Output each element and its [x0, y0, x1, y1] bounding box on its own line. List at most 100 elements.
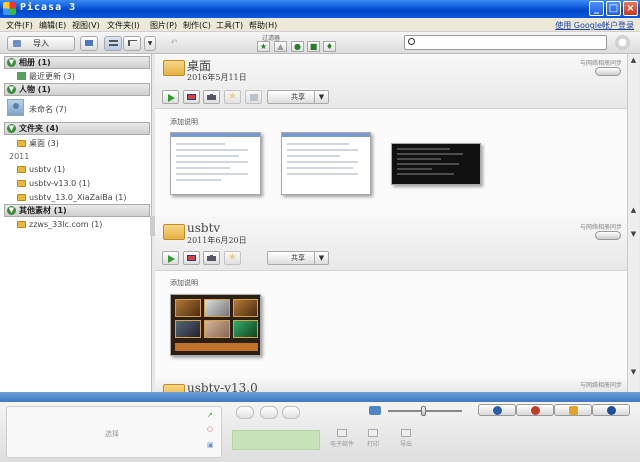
menu-view[interactable]: 视图(V) [72, 20, 100, 31]
rotate-left-button[interactable] [236, 406, 254, 419]
menu-picture[interactable]: 图片(P) [150, 20, 177, 31]
people-button[interactable] [478, 404, 516, 416]
thumbnail-size-handle[interactable] [421, 406, 426, 416]
collage-button[interactable] [183, 90, 200, 104]
star-icon: ★ [228, 252, 237, 263]
chevron-down-icon[interactable]: ▼ [314, 252, 328, 264]
view-flat-button[interactable] [104, 36, 122, 51]
folder-item-usbtv-xiazaiba[interactable]: usbtv_13.0_XiaZaiBa (1) [17, 193, 126, 202]
printer-icon [368, 429, 378, 437]
title-bar: Picasa 3 _ □ × [0, 0, 640, 18]
section-people[interactable]: ▼ 人物 (1) [4, 83, 150, 96]
person-item-unnamed[interactable]: 未命名 (7) [29, 104, 67, 115]
section-other[interactable]: ▼ 其他素材 (1) [4, 204, 150, 217]
upload-icon[interactable]: ▲ [274, 41, 287, 52]
section-albums[interactable]: ▼ 相册 (1) [4, 56, 150, 69]
album-item-recent[interactable]: 最近更新 (3) [17, 71, 75, 82]
search-input[interactable] [418, 36, 598, 48]
menu-help[interactable]: 帮助(H) [249, 20, 277, 31]
minimize-button[interactable]: _ [589, 1, 604, 16]
back-button[interactable]: ↶ [166, 36, 182, 51]
clear-icon[interactable]: ○ [207, 425, 213, 433]
collage-button[interactable] [183, 251, 200, 265]
maximize-button[interactable]: □ [606, 1, 621, 16]
save-button[interactable] [245, 90, 262, 104]
folder-item-zzws[interactable]: zzws_33lc.com (1) [17, 220, 102, 229]
photo-thumbnail[interactable] [170, 132, 261, 195]
picasa-logo-icon [3, 2, 16, 15]
folder-item-usbtv[interactable]: usbtv (1) [17, 165, 65, 174]
video-thumbnail[interactable] [170, 294, 261, 356]
sync-toggle[interactable] [595, 231, 621, 240]
print-button[interactable]: 打印 [357, 429, 389, 453]
tags-button[interactable] [554, 404, 592, 416]
publish-area[interactable] [232, 430, 320, 450]
places-button[interactable] [516, 404, 554, 416]
face-icon[interactable]: ● [291, 41, 304, 52]
menu-create[interactable]: 制作(C) [183, 20, 211, 31]
chevron-down-icon[interactable]: ▼ [314, 91, 328, 103]
play-slideshow-button[interactable] [162, 90, 179, 104]
scroll-up-icon[interactable]: ▲ [629, 56, 638, 65]
geotag-icon[interactable]: ♦ [323, 41, 336, 52]
hand-icon[interactable] [260, 406, 278, 419]
search-box[interactable] [404, 35, 607, 50]
collapse-icon[interactable]: ▼ [7, 206, 16, 215]
window-title: Picasa 3 [20, 2, 77, 13]
hold-pin-icon[interactable]: ↗ [207, 411, 213, 419]
play-slideshow-button[interactable] [162, 251, 179, 265]
menu-file[interactable]: 文件(F) [6, 20, 33, 31]
share-button[interactable]: 共享 ▼ [267, 90, 329, 104]
section-folders[interactable]: ▼ 文件夹 (4) [4, 122, 150, 135]
avatar[interactable] [7, 99, 24, 116]
photo-thumbnail[interactable] [281, 132, 371, 195]
star-album-button[interactable]: ★ [224, 90, 241, 104]
close-button[interactable]: × [623, 1, 638, 16]
scroll-down-icon[interactable]: ▼ [629, 230, 638, 239]
album-date[interactable]: 2016年5月11日 [187, 72, 247, 83]
add-to-album-icon[interactable]: ▣ [207, 441, 214, 449]
scroll-down-icon[interactable]: ▼ [629, 368, 638, 377]
view-tree-button[interactable] [123, 36, 141, 51]
menu-edit[interactable]: 编辑(E) [39, 20, 66, 31]
menu-tools[interactable]: 工具(T) [216, 20, 243, 31]
section-albums-label: 相册 (1) [19, 58, 51, 67]
movie-button[interactable] [203, 251, 220, 265]
section-folders-label: 文件夹 (4) [19, 124, 59, 133]
video-icon[interactable]: ■ [307, 41, 320, 52]
email-button[interactable]: 电子邮件 [326, 429, 358, 453]
google-signin-link[interactable]: 使用 Google帐户登录 [555, 20, 634, 31]
movie-icon [207, 255, 216, 261]
folder-item-desktop[interactable]: 桌面 (3) [17, 138, 59, 149]
collapse-icon[interactable]: ▼ [7, 58, 16, 67]
export-button[interactable]: 导出 [390, 429, 422, 453]
folder-item-label: usbtv (1) [29, 165, 66, 174]
menu-bar: 文件(F) 编辑(E) 视图(V) 文件夹(I) 图片(P) 制作(C) 工具(… [0, 18, 640, 32]
selection-tray[interactable]: 选择 ↗ ○ ▣ [6, 406, 222, 458]
movie-icon [207, 94, 216, 100]
sync-toggle[interactable] [595, 67, 621, 76]
view-options-dropdown[interactable]: ▼ [144, 36, 156, 51]
collapse-icon[interactable]: ▼ [7, 124, 16, 133]
info-icon [607, 406, 616, 415]
info-button[interactable] [592, 404, 630, 416]
star-icon[interactable]: ★ [257, 41, 270, 52]
star-album-button[interactable]: ★ [224, 251, 241, 265]
scroll-up-icon[interactable]: ▲ [629, 206, 638, 215]
menu-folder[interactable]: 文件夹(I) [107, 20, 140, 31]
share-button[interactable]: 共享 ▼ [267, 251, 329, 265]
album-title[interactable]: usbtv [187, 221, 220, 235]
collage-icon [187, 255, 196, 261]
import-button[interactable]: 导入 [7, 36, 75, 51]
main-scrollbar[interactable]: ▲ ▲ ▼ ▼ [627, 54, 639, 392]
add-caption[interactable]: 添加说明 [170, 117, 198, 127]
album-date[interactable]: 2011年6月20日 [187, 235, 247, 246]
collapse-icon[interactable]: ▼ [7, 85, 16, 94]
add-to-album-button[interactable] [80, 36, 98, 51]
rotate-right-button[interactable] [282, 406, 300, 419]
album-header: usbtv-v13.0 与网络相册同步 [155, 378, 627, 400]
photo-thumbnail[interactable] [391, 143, 481, 185]
folder-item-usbtv-v13[interactable]: usbtv-v13.0 (1) [17, 179, 90, 188]
add-caption[interactable]: 添加说明 [170, 278, 198, 288]
movie-button[interactable] [203, 90, 220, 104]
